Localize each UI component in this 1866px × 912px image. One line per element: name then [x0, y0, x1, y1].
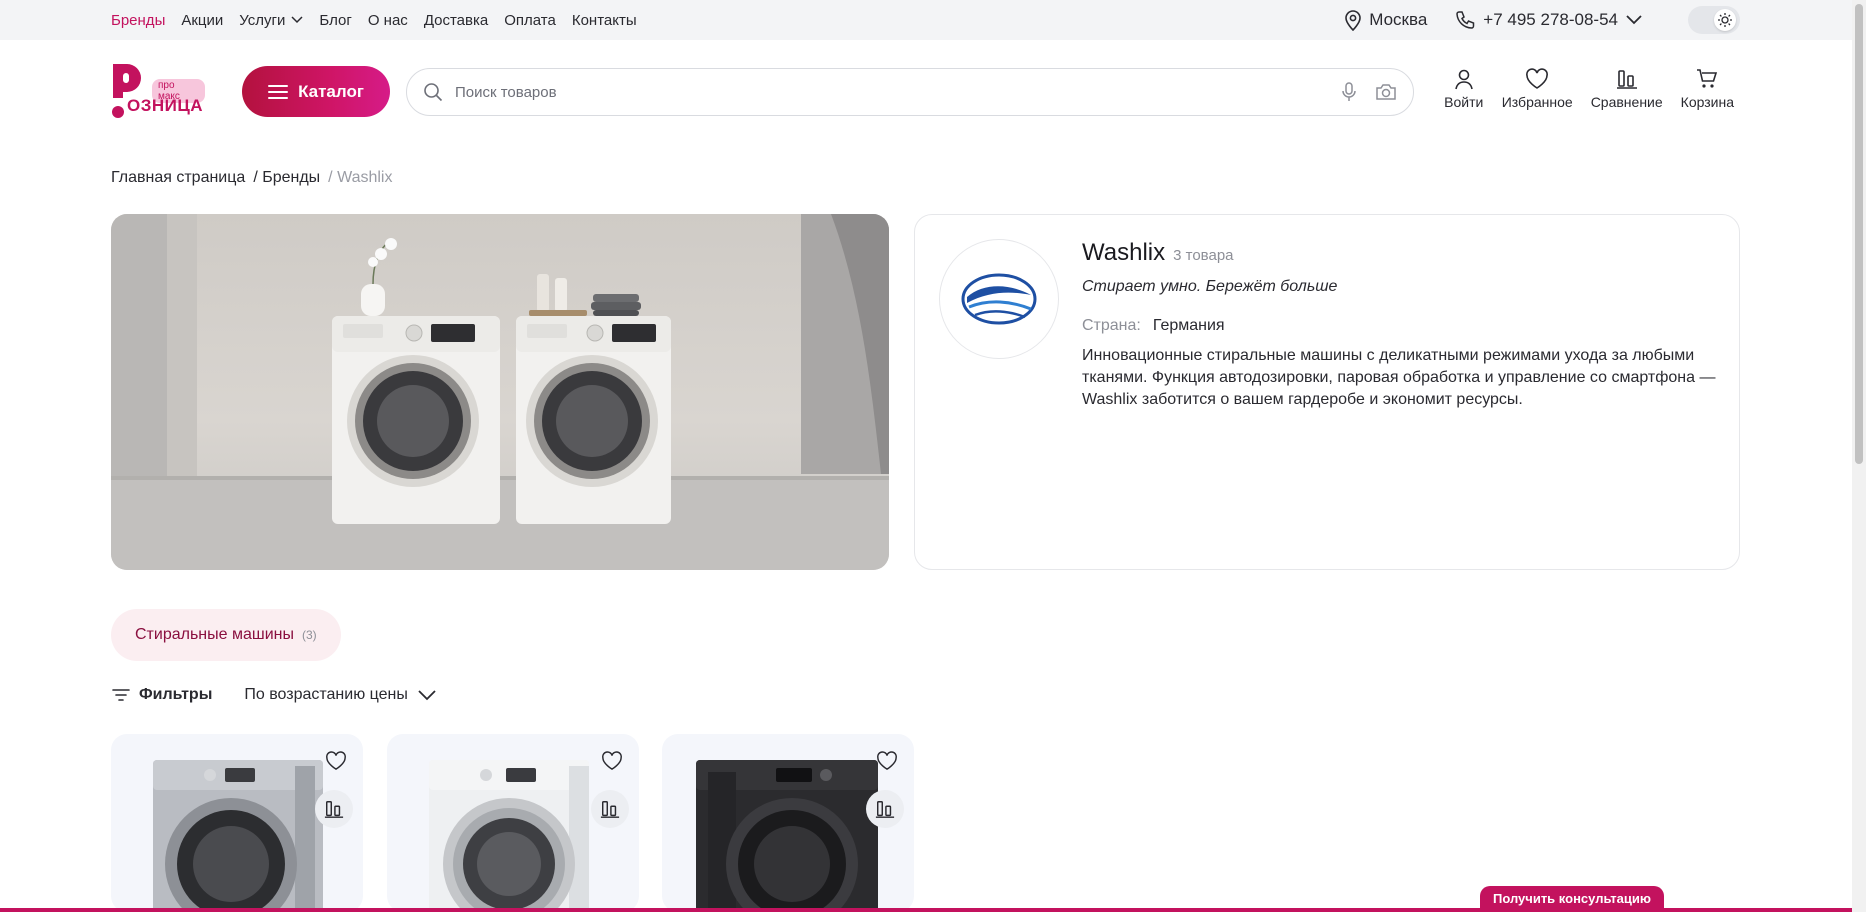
top-bar: Бренды Акции Услуги Блог О нас Доставка … — [0, 0, 1852, 40]
page-scrollbar[interactable] — [1852, 0, 1866, 912]
login-label: Войти — [1444, 94, 1484, 110]
topnav-services-label: Услуги — [239, 11, 286, 29]
location-pin-icon — [1345, 10, 1362, 31]
add-to-favorites-button[interactable] — [870, 744, 904, 778]
sun-icon — [1714, 9, 1736, 31]
header-actions: Войти Избранное Сравнение Корзина — [1444, 68, 1734, 110]
category-count: (3) — [301, 628, 317, 642]
compare-icon — [875, 801, 895, 818]
sort-label: По возрастанию цены — [244, 686, 408, 703]
country-label: Страна: — [1082, 317, 1141, 334]
product-card[interactable] — [111, 734, 363, 912]
bottom-accent-line — [0, 908, 1852, 912]
compare-icon — [324, 801, 344, 818]
cart-label: Корзина — [1680, 94, 1734, 110]
phone-number: +7 495 278-08-54 — [1483, 10, 1618, 29]
moon-icon — [1692, 10, 1712, 30]
product-image — [153, 760, 323, 912]
search-bar[interactable] — [406, 68, 1414, 116]
category-chip[interactable]: Стиральные машины (3) — [111, 609, 341, 661]
product-image — [429, 760, 589, 912]
topnav-delivery[interactable]: Доставка — [424, 12, 488, 29]
microphone-icon[interactable] — [1341, 82, 1357, 102]
washing-machines-illustration — [111, 214, 889, 570]
compare-icon — [600, 801, 620, 818]
brand-hero-image — [111, 214, 889, 570]
heart-icon — [877, 751, 897, 771]
login-button[interactable]: Войти — [1444, 68, 1484, 110]
city-name: Москва — [1369, 10, 1428, 29]
topnav-services[interactable]: Услуги — [239, 12, 303, 29]
breadcrumb-brands[interactable]: / Бренды — [253, 169, 320, 187]
catalog-button[interactable]: Каталог — [242, 66, 390, 117]
add-to-favorites-button[interactable] — [319, 744, 353, 778]
breadcrumb-current: / Washlix — [328, 169, 393, 186]
breadcrumb-home[interactable]: Главная страница — [111, 169, 245, 187]
logo-name: ОЗНИЦА — [127, 96, 204, 115]
topnav-blog[interactable]: Блог — [319, 12, 351, 29]
filter-icon — [112, 689, 130, 701]
scrollbar-thumb[interactable] — [1855, 4, 1863, 464]
country-value: Германия — [1152, 317, 1225, 334]
compare-icon — [1616, 70, 1637, 89]
search-tools — [1341, 82, 1397, 102]
cart-icon — [1697, 69, 1718, 88]
user-icon — [1454, 69, 1473, 90]
city-selector[interactable]: Москва — [1343, 9, 1427, 31]
brand-description: Инновационные стиральные машины с делика… — [1082, 347, 1716, 408]
add-to-compare-button[interactable] — [591, 790, 629, 828]
product-card[interactable] — [662, 734, 914, 912]
breadcrumb: Главная страница / Бренды / Washlix — [111, 169, 392, 187]
get-consultation-button[interactable]: Получить консультацию — [1480, 886, 1664, 910]
topnav-payment[interactable]: Оплата — [504, 12, 556, 29]
favorites-button[interactable]: Избранное — [1502, 68, 1573, 110]
top-nav: Бренды Акции Услуги Блог О нас Доставка … — [111, 0, 637, 40]
chevron-down-icon — [291, 16, 303, 24]
listing-toolbar: Фильтры По возрастанию цены — [111, 686, 436, 704]
product-image — [696, 760, 878, 912]
compare-label: Сравнение — [1590, 94, 1663, 110]
brand-logo — [939, 239, 1059, 359]
brand-country: Страна: Германия — [1082, 317, 1225, 335]
brand-slogan: Стирает умно. Бережёт больше — [1082, 278, 1338, 295]
brand-info-card: Washlix 3 товара Стирает умно. Бережёт б… — [914, 214, 1740, 570]
heart-icon — [602, 751, 622, 771]
add-to-compare-button[interactable] — [315, 790, 353, 828]
compare-button[interactable]: Сравнение — [1591, 68, 1663, 110]
cart-button[interactable]: Корзина — [1681, 68, 1734, 110]
topnav-contacts[interactable]: Контакты — [572, 12, 637, 29]
favorites-label: Избранное — [1501, 94, 1573, 110]
product-card[interactable] — [387, 734, 639, 912]
menu-icon — [268, 84, 289, 99]
brand-name: Washlix — [1082, 239, 1166, 266]
phone-icon — [1456, 11, 1475, 29]
theme-toggle[interactable] — [1688, 6, 1740, 34]
phone-selector[interactable]: +7 495 278-08-54 — [1455, 10, 1642, 30]
filters-label: Фильтры — [139, 686, 213, 703]
category-label: Стиральные машины — [135, 626, 294, 643]
site-logo[interactable]: про макс ОЗНИЦА — [111, 64, 205, 118]
sort-select[interactable]: По возрастанию цены — [244, 686, 436, 704]
search-input[interactable] — [455, 83, 1341, 101]
filters-button[interactable]: Фильтры — [111, 686, 212, 704]
add-to-favorites-button[interactable] — [595, 744, 629, 778]
heart-icon — [1526, 68, 1549, 89]
top-right: Москва +7 495 278-08-54 — [1343, 0, 1740, 40]
brand-title: Washlix 3 товара — [1082, 239, 1234, 267]
topnav-promotions[interactable]: Акции — [181, 12, 223, 29]
brand-product-count: 3 товара — [1173, 247, 1234, 264]
catalog-button-label: Каталог — [298, 81, 364, 101]
washlix-logo-icon — [961, 273, 1037, 325]
topnav-brands[interactable]: Бренды — [111, 12, 165, 29]
chevron-down-icon — [418, 689, 436, 700]
camera-icon[interactable] — [1375, 83, 1397, 101]
chevron-down-icon — [1626, 15, 1642, 25]
header: про макс ОЗНИЦА Каталог Войти Избранное … — [0, 40, 1852, 144]
topnav-about[interactable]: О нас — [368, 12, 408, 29]
add-to-compare-button[interactable] — [866, 790, 904, 828]
heart-icon — [326, 751, 346, 771]
search-icon — [424, 83, 443, 102]
